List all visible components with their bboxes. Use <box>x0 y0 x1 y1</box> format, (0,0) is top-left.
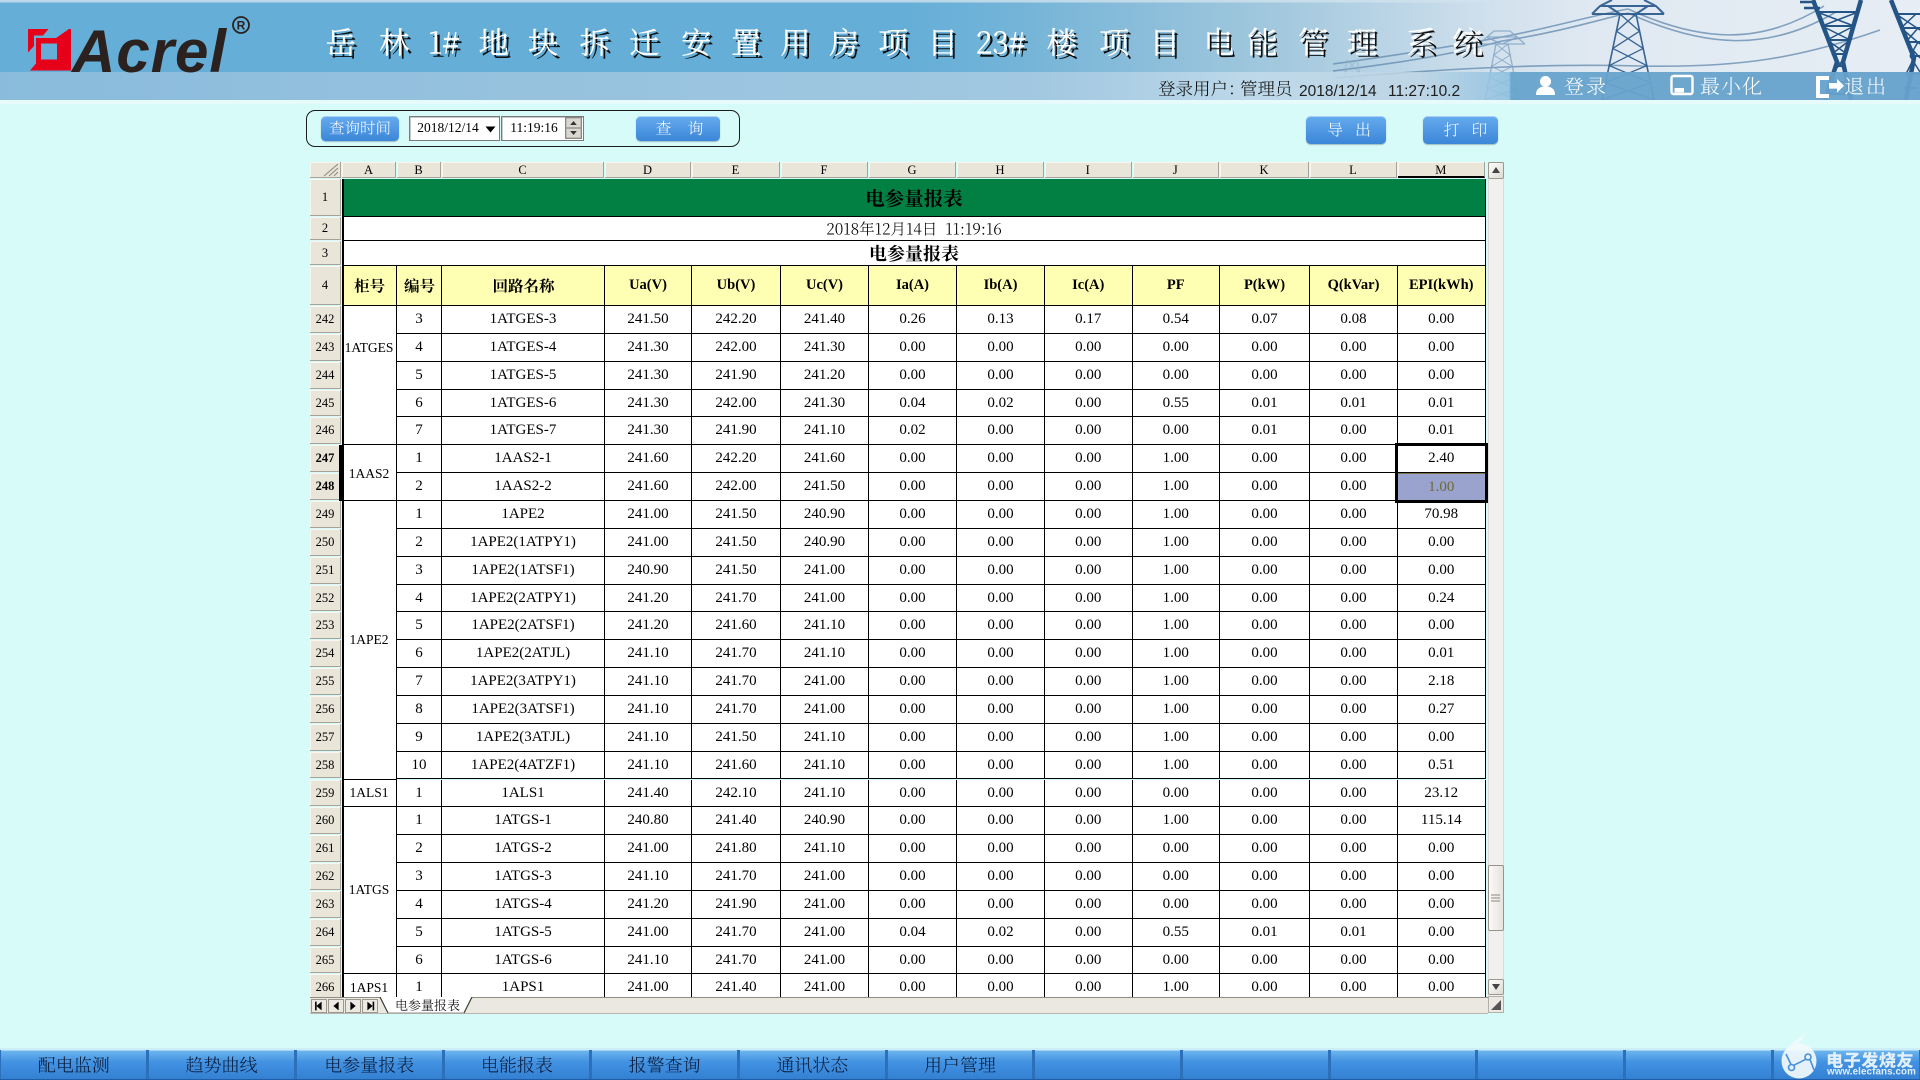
svg-text:www.elecfans.com: www.elecfans.com <box>1826 1067 1916 1078</box>
svg-text:2018/12/14: 2018/12/14 <box>1299 83 1377 100</box>
svg-text:11:27:10.2: 11:27:10.2 <box>1388 83 1460 100</box>
